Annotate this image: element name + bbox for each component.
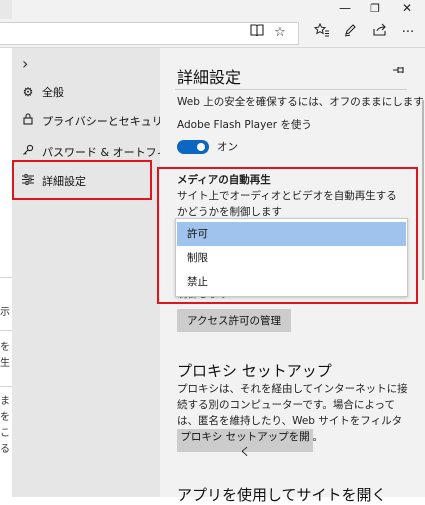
proxy-title: プロキシ セットアップ — [177, 362, 332, 380]
pin-icon[interactable] — [392, 64, 406, 78]
nav-item-label: 全般 — [42, 86, 64, 99]
highlight-box-nav — [12, 160, 152, 200]
strip-char: を — [0, 342, 10, 353]
strip-char: こ — [0, 428, 10, 439]
reading-view-icon[interactable] — [247, 23, 267, 43]
scrollbar[interactable] — [422, 100, 424, 280]
toggle-knob — [197, 143, 205, 151]
highlight-box-media — [157, 167, 418, 304]
gear-icon: ⚙ — [22, 85, 34, 99]
maximize-button[interactable]: ❐ — [361, 0, 389, 19]
flash-label: Adobe Flash Player を使う — [177, 119, 312, 131]
apps-section-title: アプリを使用してサイトを開く — [177, 486, 387, 504]
close-window-button[interactable]: ✕ — [393, 0, 421, 19]
strip-char: 生 — [0, 358, 10, 369]
toolbar: ☆ ··· — [0, 19, 425, 48]
title-bar: — ❐ ✕ — [0, 0, 425, 19]
lock-icon — [20, 110, 36, 132]
divider — [0, 277, 12, 278]
strip-char: 示 — [0, 307, 10, 318]
favorites-hub-icon[interactable] — [312, 22, 332, 43]
strip-char: を — [0, 412, 10, 423]
more-icon[interactable]: ··· — [398, 23, 418, 43]
expand-icon[interactable]: › — [22, 54, 28, 73]
flash-toggle-state: オン — [217, 141, 238, 153]
strip-char: ま — [0, 396, 10, 407]
tab-edge — [0, 0, 12, 19]
manage-permissions-button[interactable]: アクセス許可の管理 — [177, 309, 291, 332]
nav-item-label: パスワード & オートフィル — [42, 146, 179, 159]
safe-browsing-text: Web 上の安全を確保するには、オフのままにします — [177, 96, 424, 108]
divider — [0, 330, 12, 331]
minimize-button[interactable]: — — [331, 0, 359, 19]
page-title: 詳細設定 — [177, 68, 242, 87]
divider — [0, 386, 12, 387]
open-proxy-setup-button[interactable]: プロキシ セットアップを開く — [177, 429, 313, 458]
settings-nav: › ⚙ 全般 プライバシーとセキュリティ パスワード & オートフィル 詳細設定 — [12, 48, 184, 497]
share-icon[interactable] — [370, 23, 390, 43]
strip-char: る — [0, 444, 10, 455]
pen-icon[interactable] — [340, 23, 360, 43]
divider — [175, 89, 407, 90]
favorite-star-icon[interactable]: ☆ — [270, 23, 290, 43]
flash-toggle[interactable] — [177, 140, 209, 154]
nav-item-general[interactable]: ⚙ 全般 — [20, 81, 64, 103]
